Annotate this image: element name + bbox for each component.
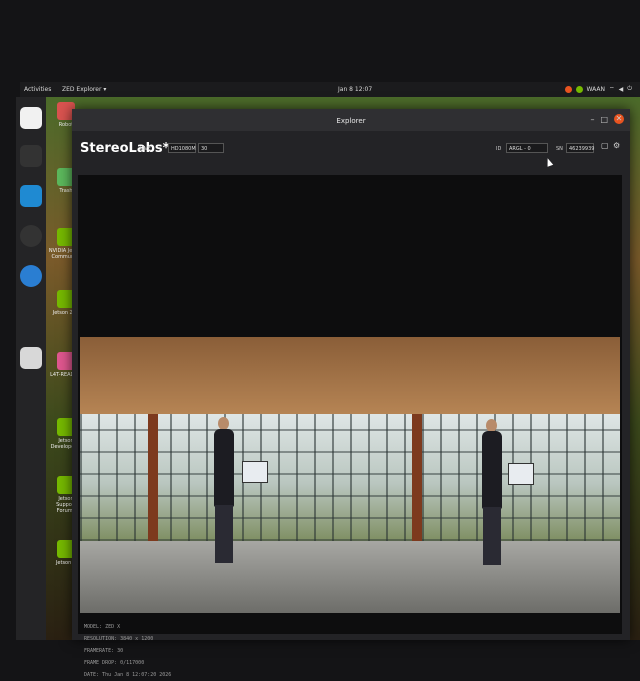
info-model: MODEL: ZED X: [84, 624, 121, 630]
clock[interactable]: Jan 8 12:07: [338, 86, 372, 93]
brand-logo: StereoLabs*: [80, 141, 170, 156]
system-top-bar: Activities ZED Explorer ▾ Jan 8 12:07 WA…: [20, 82, 640, 97]
serial-number-value: 46239939: [569, 146, 595, 152]
live-badge: LIVE: [140, 146, 151, 152]
app-menu[interactable]: ZED Explorer ▾: [62, 86, 106, 93]
calibration-board: [508, 463, 534, 485]
window-title: Explorer: [336, 117, 366, 125]
nvidia-icon[interactable]: [575, 85, 583, 93]
dock: [16, 97, 46, 640]
explorer-window: Explorer – □ ✕ StereoLabs* LIVE HD1080M …: [72, 109, 630, 678]
sn-label: SN: [556, 146, 563, 152]
files-icon[interactable]: [20, 107, 42, 129]
chromium-icon[interactable]: [20, 265, 42, 287]
explorer-toolbar: StereoLabs* LIVE HD1080M 30 ID ARGL - 0 …: [72, 131, 630, 173]
camera-info-panel: MODEL: ZED X RESOLUTION: 3840 x 1200 FRA…: [84, 621, 171, 681]
resolution-select[interactable]: HD1080M: [168, 143, 196, 153]
left-camera-image: [80, 337, 350, 613]
window-titlebar[interactable]: Explorer – □ ✕: [72, 109, 630, 131]
calibration-board: [242, 461, 268, 483]
info-framerate: FRAMERATE: 30: [84, 648, 124, 654]
right-camera-image: [350, 337, 620, 613]
id-label: ID: [496, 146, 502, 152]
info-date: DATE: Thu Jan 8 12:07:20 2026: [84, 672, 172, 678]
network-label[interactable]: WAAN: [587, 86, 605, 93]
video-viewer[interactable]: MODEL: ZED X RESOLUTION: 3840 x 1200 FRA…: [78, 175, 622, 678]
resolution-value: HD1080M: [171, 146, 196, 152]
record-icon[interactable]: [564, 85, 572, 93]
system-tray[interactable]: WAAN ⌔ ◀ ⏻: [564, 85, 632, 93]
obs-icon[interactable]: [20, 225, 42, 247]
minimize-icon[interactable]: –: [590, 115, 594, 124]
close-icon[interactable]: ✕: [614, 114, 624, 124]
info-frame-drop: FRAME DROP: 0/117000: [84, 660, 145, 666]
fps-select[interactable]: 30: [198, 143, 224, 153]
camera-icon[interactable]: ▢: [601, 141, 609, 150]
terminal-icon[interactable]: [20, 145, 42, 167]
camera-id-value: ARGL - 0: [509, 146, 531, 152]
power-icon[interactable]: ⏻: [627, 85, 632, 93]
vscode-icon[interactable]: [20, 185, 42, 207]
camera-id-select[interactable]: ARGL - 0: [506, 143, 548, 153]
drive-icon[interactable]: [20, 347, 42, 369]
wifi-icon[interactable]: ⌔: [609, 85, 615, 93]
fps-value: 30: [201, 146, 208, 152]
activities-button[interactable]: Activities: [24, 86, 51, 93]
maximize-icon[interactable]: □: [600, 115, 608, 124]
info-resolution: RESOLUTION: 3840 x 1200: [84, 636, 154, 642]
serial-number-field[interactable]: 46239939: [566, 143, 594, 153]
stereo-preview: [80, 337, 620, 613]
volume-icon[interactable]: ◀: [619, 86, 624, 93]
settings-icon[interactable]: ⚙: [613, 141, 620, 150]
